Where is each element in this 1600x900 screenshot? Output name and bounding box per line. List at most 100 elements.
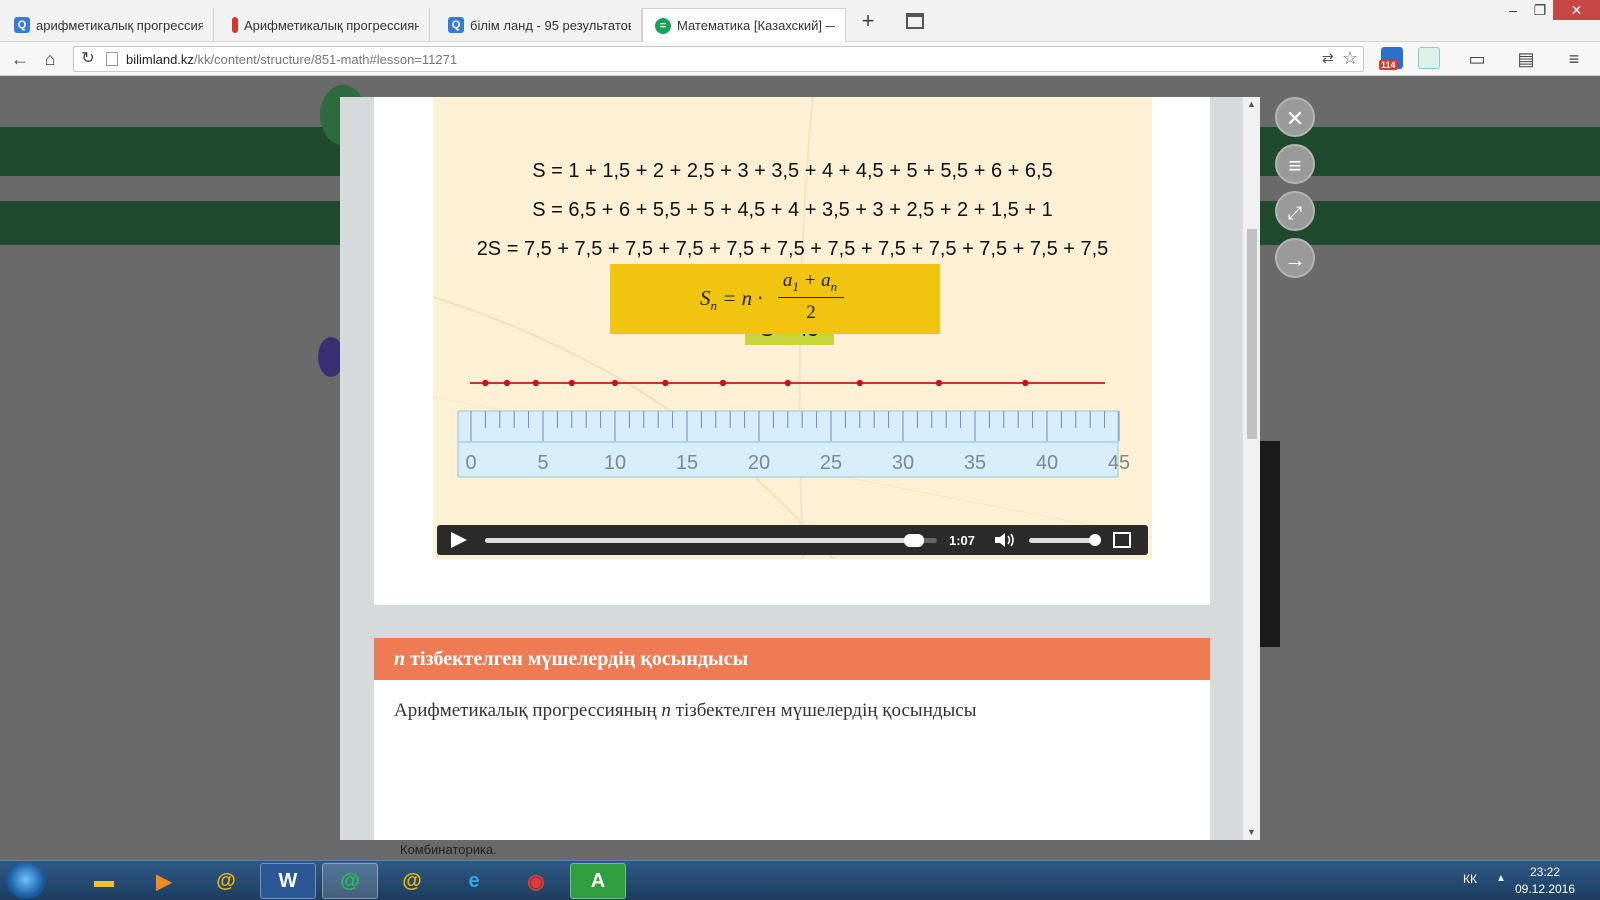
browser-tab-strip: Q арифметикалық прогрессияны Арифметикал…: [0, 0, 1600, 42]
clock-time: 23:22: [1529, 865, 1561, 879]
ruler-label: 20: [748, 452, 770, 474]
tab-title: Математика [Казахский] — Кур: [677, 18, 835, 33]
section-heading-var: n: [394, 648, 406, 670]
equation-3: 2S = 7,5 + 7,5 + 7,5 + 7,5 + 7,5 + 7,5 +…: [476, 238, 1109, 260]
tab-1[interactable]: Q арифметикалық прогрессияны: [2, 8, 214, 42]
new-tab-button[interactable]: +: [857, 10, 879, 33]
ruler-label: 10: [604, 452, 626, 474]
ruler-label: 35: [964, 452, 986, 474]
app-a-icon[interactable]: A: [570, 863, 626, 899]
minimize-icon[interactable]: –: [1500, 0, 1526, 22]
scroll-up-icon[interactable]: ▲: [1247, 99, 1256, 109]
seek-bar[interactable]: [485, 534, 937, 547]
modal-scrollbar[interactable]: ▲ ▼: [1242, 97, 1260, 840]
ruler-label: 0: [465, 452, 476, 474]
browser-toolbar: ← ⌂ ↻ bilimland.kz/kk/content/structure/…: [0, 42, 1600, 76]
lesson-modal: S = 1 + 1,5 + 2 + 2,5 + 3 + 3,5 + 4 + 4,…: [340, 97, 1260, 840]
word-icon[interactable]: W: [260, 863, 316, 899]
volume-handle[interactable]: [1089, 534, 1101, 546]
section-heading-text: тізбектелген мүшелердің қосындысы: [405, 648, 749, 670]
extension-icon[interactable]: 114: [1379, 47, 1403, 70]
volume-slider[interactable]: [1029, 534, 1101, 546]
red-bars-icon: [232, 17, 238, 33]
agent-icon[interactable]: @: [322, 863, 378, 899]
star-icon[interactable]: ☆: [1342, 48, 1358, 69]
tab-title: Арифметикалық прогрессиянь: [244, 17, 419, 33]
equation-1: S = 1 + 1,5 + 2 + 2,5 + 3 + 3,5 + 4 + 4,…: [532, 160, 1053, 182]
clock[interactable]: 23:22 09.12.2016: [1505, 864, 1585, 898]
extension-badge: 114: [1379, 60, 1398, 70]
line-point: [611, 379, 619, 387]
bilimland-icon: =: [655, 17, 671, 34]
search-icon: Q: [14, 17, 30, 33]
url-text: bilimland.kz/kk/content/structure/851-ma…: [126, 52, 458, 67]
scroll-thumb[interactable]: [1247, 229, 1257, 439]
clock-date: 09.12.2016: [1514, 882, 1576, 896]
sum-formula: Sn = n · a1 + an 2: [610, 264, 940, 334]
restore-icon[interactable]: ❐: [1527, 0, 1553, 22]
search-icon: Q: [448, 17, 464, 33]
ruler-label: 45: [1108, 452, 1130, 474]
window-close-icon[interactable]: ✕: [1553, 0, 1600, 20]
number-line: 0 5 10 15 20 25 30 35 40 45: [457, 379, 1130, 478]
list-button[interactable]: ≡: [1275, 144, 1315, 184]
line-point: [935, 379, 943, 387]
clip-icon[interactable]: [1418, 47, 1440, 69]
explorer-icon[interactable]: ▬: [76, 863, 132, 899]
next-button[interactable]: →: [1275, 238, 1315, 278]
fullscreen-icon[interactable]: [1113, 532, 1131, 548]
ruler-label: 30: [892, 452, 914, 474]
start-button[interactable]: [6, 863, 46, 899]
mail-at-icon[interactable]: @: [198, 863, 254, 899]
line-point: [503, 379, 511, 387]
video-time: 1:07: [949, 533, 976, 548]
back-icon[interactable]: ←: [8, 47, 32, 71]
formula-numerator: a1 + an: [782, 270, 838, 294]
media-player-icon[interactable]: ▶: [136, 863, 192, 899]
section-body: Арифметикалық прогрессияның n тізбектелг…: [374, 680, 1210, 840]
section-heading: n тізбектелген мүшелердің қосындысы: [374, 638, 1210, 680]
seek-handle[interactable]: [904, 534, 925, 547]
ruler-label: 25: [820, 452, 842, 474]
ruler-label: 40: [1036, 452, 1058, 474]
line-point: [532, 379, 539, 387]
tab-title: білім ланд - 95 результатов. По: [470, 17, 631, 33]
formula-denominator: 2: [806, 302, 816, 323]
menu-icon[interactable]: ≡: [1562, 47, 1586, 71]
behind-text: Комбинаторика.: [400, 842, 497, 857]
scroll-down-icon[interactable]: ▼: [1247, 827, 1256, 837]
address-bar[interactable]: ↻ bilimland.kz/kk/content/structure/851-…: [73, 46, 1364, 72]
tab-list-icon[interactable]: [906, 13, 924, 29]
mail-at-icon-2[interactable]: @: [384, 863, 440, 899]
equation-2: S = 6,5 + 6 + 5,5 + 5 + 4,5 + 4 + 3,5 + …: [532, 199, 1053, 221]
fraction-bar: [778, 297, 844, 298]
expand-button[interactable]: ⤢: [1275, 191, 1315, 231]
page-icon: [106, 52, 118, 66]
line-point: [784, 379, 791, 387]
tab-2[interactable]: Арифметикалық прогрессиянь: [220, 8, 430, 42]
line-point: [856, 379, 863, 387]
reader-icon[interactable]: ▤: [1514, 47, 1538, 71]
home-icon[interactable]: ⌂: [38, 47, 62, 71]
line-point: [482, 379, 489, 387]
volume-icon[interactable]: [993, 531, 1017, 549]
line-point: [1022, 379, 1029, 387]
modal-close-button[interactable]: ✕: [1275, 97, 1315, 137]
windows-taskbar: ▬ ▶ @ W @ @ e ◉ A КК ▲ 23:22 09.12.2016: [0, 860, 1600, 900]
seek-progress: [485, 538, 915, 543]
ruler-label: 5: [537, 452, 548, 474]
tab-4-active[interactable]: = Математика [Казахский] — Кур: [642, 8, 846, 42]
internet-explorer-icon[interactable]: e: [446, 863, 502, 899]
line-point: [662, 379, 669, 387]
translate-icon[interactable]: ⇄: [1322, 50, 1334, 67]
chrome-icon[interactable]: ◉: [508, 863, 564, 899]
ruler-label: 15: [676, 452, 698, 474]
feedback-icon[interactable]: ▭: [1465, 47, 1489, 71]
reload-icon[interactable]: ↻: [76, 47, 100, 71]
section-text: Арифметикалық прогрессияның n тізбектелг…: [394, 700, 977, 721]
language-indicator[interactable]: КК: [1463, 872, 1477, 886]
line-point: [568, 379, 575, 387]
tab-3[interactable]: Q білім ланд - 95 результатов. По: [436, 8, 642, 42]
play-icon[interactable]: [451, 532, 467, 548]
modal-content: S = 1 + 1,5 + 2 + 2,5 + 3 + 3,5 + 4 + 4,…: [374, 97, 1210, 840]
